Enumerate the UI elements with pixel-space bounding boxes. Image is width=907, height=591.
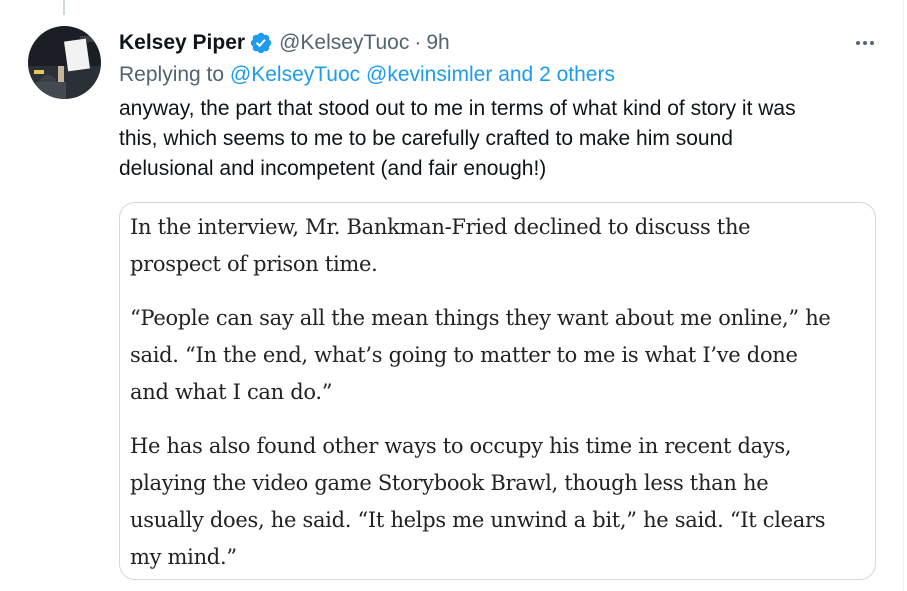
author-handle[interactable]: @KelseyTuoc bbox=[279, 28, 409, 58]
tweet-text-line: delusional and incompetent (and fair eno… bbox=[119, 157, 547, 180]
tweet-timestamp[interactable]: 9h bbox=[426, 28, 449, 58]
tweet-text: anyway, the part that stood out to me in… bbox=[119, 94, 879, 184]
quote-line: prospect of prison time. bbox=[130, 252, 378, 276]
reply-mention-kevinsimler[interactable]: @kevinsimler bbox=[366, 63, 492, 86]
quoted-image-card[interactable]: In the interview, Mr. Bankman-Fried decl… bbox=[119, 202, 876, 580]
quote-line: In the interview, Mr. Bankman-Fried decl… bbox=[130, 215, 751, 239]
more-options-icon[interactable] bbox=[850, 28, 880, 58]
quote-line: said. “In the end, what’s going to matte… bbox=[130, 343, 798, 367]
quote-line: “People can say all the mean things they… bbox=[130, 306, 831, 330]
tweet-header: Kelsey Piper @KelseyTuoc · 9h bbox=[119, 28, 450, 58]
quote-line: my mind.” bbox=[130, 545, 237, 569]
reply-mention-kelseytuoc[interactable]: @KelseyTuoc bbox=[230, 63, 360, 86]
quote-line: usually does, he said. “It helps me unwi… bbox=[130, 508, 826, 532]
avatar[interactable] bbox=[28, 26, 101, 99]
verified-badge-icon bbox=[249, 31, 273, 55]
quote-paragraph: He has also found other ways to occupy h… bbox=[130, 428, 875, 576]
quote-paragraph: In the interview, Mr. Bankman-Fried decl… bbox=[130, 209, 875, 283]
avatar-photo-icon bbox=[28, 26, 101, 99]
author-name[interactable]: Kelsey Piper bbox=[119, 28, 245, 58]
header-separator: · bbox=[414, 31, 422, 54]
tweet-text-line: anyway, the part that stood out to me in… bbox=[119, 97, 796, 120]
quote-line: playing the video game Storybook Brawl, … bbox=[130, 471, 769, 495]
replying-to-label: Replying to bbox=[119, 63, 225, 86]
thread-connector-line bbox=[63, 0, 65, 15]
column-divider bbox=[903, 0, 904, 591]
reply-mention-others[interactable]: and 2 others bbox=[498, 63, 615, 86]
tweet-text-line: this, which seems to me to be carefully … bbox=[119, 127, 733, 150]
replying-to-line: Replying to @KelseyTuoc @kevinsimler and… bbox=[119, 60, 615, 90]
quote-line: and what I can do.” bbox=[130, 380, 333, 404]
quote-paragraph: “People can say all the mean things they… bbox=[130, 300, 875, 411]
quote-line: He has also found other ways to occupy h… bbox=[130, 434, 792, 458]
